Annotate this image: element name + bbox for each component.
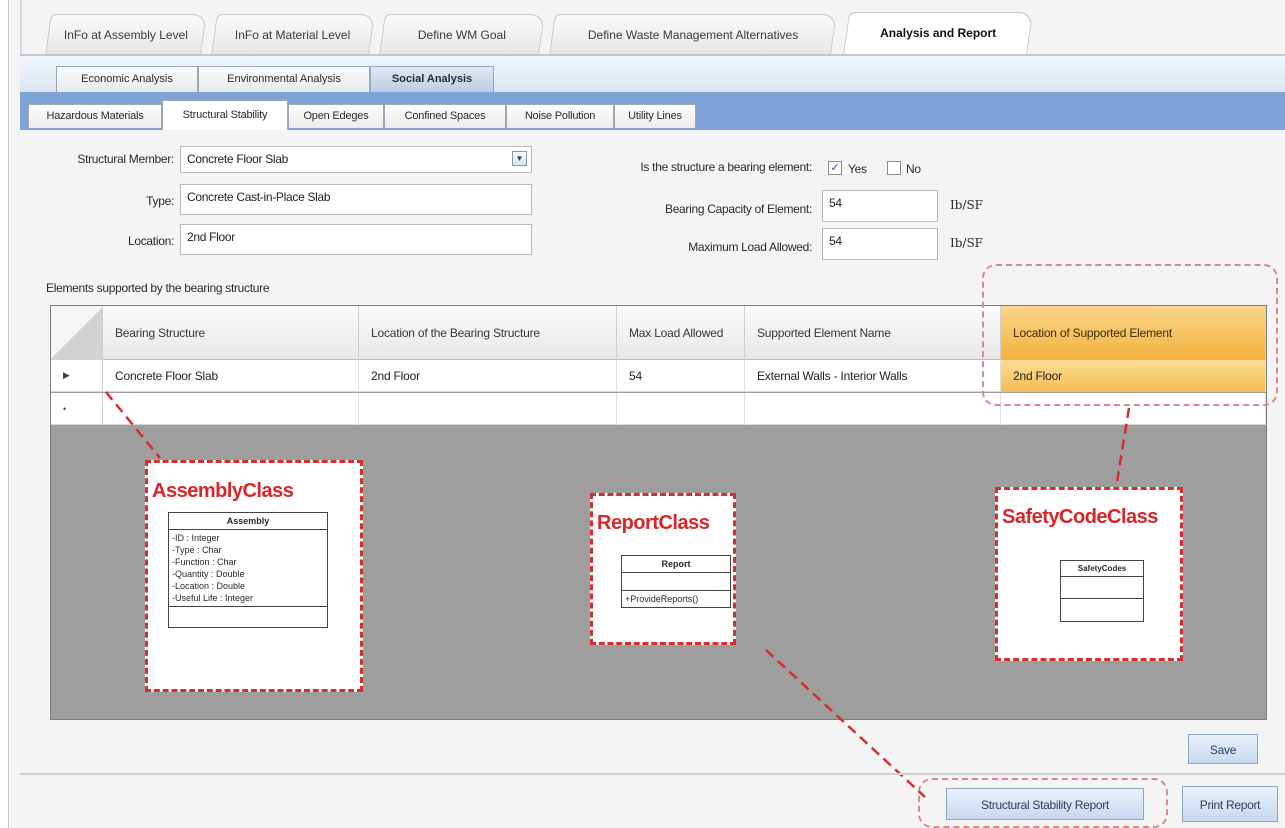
structural-stability-report-button[interactable]: Structural Stability Report (946, 788, 1144, 820)
save-button[interactable]: Save (1188, 734, 1258, 764)
annotation-connectors (105, 391, 1131, 798)
print-report-button[interactable]: Print Report (1182, 786, 1278, 822)
connector-assembly (105, 391, 161, 459)
footer-divider (20, 773, 1285, 775)
connector-safety (1115, 407, 1131, 483)
